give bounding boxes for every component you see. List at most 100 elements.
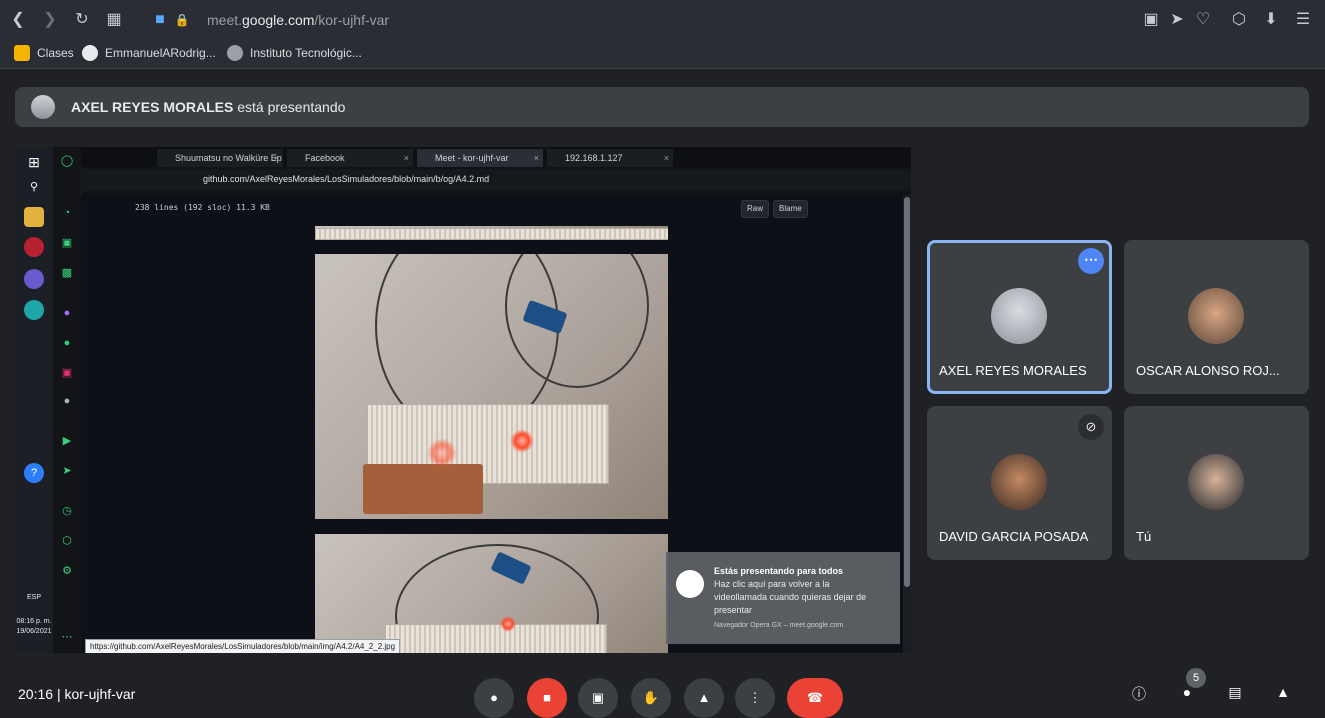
inner-tab-strip: Shuumatsu no Walküre Ep × Facebook × Meet … [81, 147, 911, 167]
participant-name: DAVID GARCIA POSADA [939, 529, 1089, 544]
meet-control-bar: 20:16 | kor-ujhf-var ● ■ ▣ ✋ ▲ ⋮ ☎ ⓘ ● 5… [0, 668, 1325, 718]
forward-icon[interactable]: ❯ [40, 10, 60, 30]
opera-sidebar: ◯ ◔ ▣ ▩ ● ● ▣ ● ▶ ➤ ◷ ⬡ ⚙ ⋯ [53, 147, 82, 653]
cube-icon[interactable]: ⬡ [1229, 10, 1249, 30]
folder-icon [24, 207, 44, 227]
participant-tile-oscar[interactable]: OSCAR ALONSO ROJ... [1124, 240, 1309, 394]
arduino-icon [24, 300, 44, 320]
bookmark-institute[interactable]: Instituto Tecnológic... [250, 46, 362, 60]
circuit-photo-1 [315, 254, 668, 519]
speed-icon: ◔ [63, 207, 71, 219]
more-icon: ⋯ [61, 631, 73, 643]
camera-off-button[interactable]: ■ [527, 678, 567, 718]
notification-body: Haz clic aquí para volver a la videollam… [714, 579, 867, 615]
inner-url: github.com/AxelReyesMorales/LosSimulador… [203, 174, 490, 184]
inner-tab: Facebook × [287, 149, 413, 167]
system-clock: ESP 08:16 p. m. 19/06/2021 [15, 593, 53, 637]
blame-button: Blame [773, 200, 808, 218]
more-options-button[interactable]: ⋯ [1078, 248, 1104, 274]
activities-icon[interactable]: ▲ [1272, 684, 1294, 706]
whatsapp-icon: ● [63, 337, 71, 349]
classroom-icon [14, 45, 30, 61]
participant-name: AXEL REYES MORALES [939, 363, 1087, 378]
status-url: https://github.com/AxelReyesMorales/LosS… [85, 639, 401, 653]
participant-tile-self[interactable]: Tú [1124, 406, 1309, 560]
presenting-text: AXEL REYES MORALES está presentando [71, 99, 346, 115]
avatar [31, 95, 55, 119]
language-indicator: ESP [26, 594, 41, 601]
circuit-photo-2 [315, 534, 668, 653]
windows-start-icon: ⊞ [28, 154, 40, 170]
back-icon[interactable]: ❮ [8, 10, 28, 30]
windows-taskbar: ⊞ ⚲ ? ESP 08:16 p. m. 19/06/2021 [15, 147, 53, 653]
lock-icon[interactable]: 🔒 [172, 10, 192, 30]
player-icon: ▶ [62, 435, 72, 447]
raw-button: Raw [741, 200, 770, 218]
info-icon[interactable]: ⓘ [1128, 684, 1150, 706]
mic-button[interactable]: ● [474, 678, 514, 718]
discord-side-icon: ● [63, 395, 71, 407]
address-bar[interactable]: meet.google.com/kor-ujhf-var [207, 12, 389, 28]
browser-toolbar: ❮ ❯ ↻ ▦ ■ 🔒 meet.google.com/kor-ujhf-var… [0, 0, 1325, 40]
github-icon [82, 45, 98, 61]
snapshot-icon[interactable]: ▣ [1141, 10, 1161, 30]
bookmark-clases[interactable]: Clases [37, 46, 74, 60]
people-count-badge: 5 [1186, 668, 1206, 688]
history-icon: ◷ [62, 505, 72, 517]
inner-tab: Meet - kor-ujhf-var × [417, 149, 543, 167]
heart-icon[interactable]: ♡ [1193, 10, 1213, 30]
messenger-icon: ● [63, 307, 71, 319]
inner-scrollbar [903, 195, 911, 653]
participant-tile-david[interactable]: ⊘ DAVID GARCIA POSADA [927, 406, 1112, 560]
github-file-header: 238 lines (192 sloc) 11.3 KB Raw Blame [81, 195, 911, 221]
participant-name: Tú [1136, 529, 1152, 544]
inner-address-bar: github.com/AxelReyesMorales/LosSimulador… [81, 169, 911, 191]
present-button[interactable]: ▲ [684, 678, 724, 718]
meet-logo-icon [676, 570, 704, 598]
avatar [1188, 288, 1244, 344]
opera-icon [24, 237, 44, 257]
leave-call-button[interactable]: ☎ [787, 678, 843, 718]
avatar [991, 454, 1047, 510]
inner-tab: Shuumatsu no Walküre Ep × [157, 149, 283, 167]
discord-icon [24, 269, 44, 289]
clock-date: 19/06/2021 [16, 628, 52, 635]
raise-hand-button[interactable]: ✋ [631, 678, 671, 718]
bookmarks-bar: Clases EmmanuelARodrig... Instituto Tecn… [0, 40, 1325, 69]
cube-side-icon: ⬡ [62, 535, 72, 547]
breadboard-photo-top [315, 226, 668, 240]
institute-icon [227, 45, 243, 61]
presenting-notification[interactable]: Estás presentando para todos Haz clic aq… [666, 552, 900, 644]
more-options-icon[interactable]: ⋮ [735, 678, 775, 718]
participant-name: OSCAR ALONSO ROJ... [1136, 363, 1280, 378]
bookmark-github[interactable]: EmmanuelARodrig... [105, 46, 216, 60]
notification-title: Estás presentando para todos [714, 566, 844, 576]
file-meta: 238 lines (192 sloc) 11.3 KB [135, 203, 270, 212]
opera-logo-icon: ◯ [60, 155, 74, 167]
avatar [991, 288, 1047, 344]
shared-screen[interactable]: ⊞ ⚲ ? ESP 08:16 p. m. 19/06/2021 ◯ ◔ ▣ ▩… [15, 147, 911, 653]
search-icon: ⚲ [29, 181, 39, 193]
meeting-time-info: 20:16 | kor-ujhf-var [18, 686, 135, 702]
tabs-grid-icon[interactable]: ▦ [104, 10, 124, 30]
send-side-icon: ➤ [62, 465, 72, 477]
meeting-code: kor-ujhf-var [64, 686, 136, 702]
inner-tab: 192.168.1.127 × [547, 149, 673, 167]
notification-footer: Navegador Opera GX – meet.google.com [714, 622, 844, 629]
reload-icon[interactable]: ↻ [72, 10, 92, 30]
menu-icon[interactable]: ☰ [1293, 10, 1313, 30]
send-icon[interactable]: ➤ [1167, 10, 1187, 30]
twitch-icon: ▩ [61, 267, 73, 279]
bag-icon: ▣ [61, 237, 73, 249]
avatar [1188, 454, 1244, 510]
camera-icon[interactable]: ■ [150, 10, 170, 30]
clock-time: 08:16 p. m. [16, 618, 52, 625]
help-icon: ? [24, 463, 44, 483]
download-icon[interactable]: ⬇ [1261, 10, 1281, 30]
presenting-banner: AXEL REYES MORALES está presentando [15, 87, 1309, 127]
instagram-icon: ▣ [61, 367, 73, 379]
captions-button[interactable]: ▣ [578, 678, 618, 718]
participant-tile-axel[interactable]: ⋯ AXEL REYES MORALES [927, 240, 1112, 394]
chat-icon[interactable]: ▤ [1224, 684, 1246, 706]
separator: | [56, 686, 61, 702]
